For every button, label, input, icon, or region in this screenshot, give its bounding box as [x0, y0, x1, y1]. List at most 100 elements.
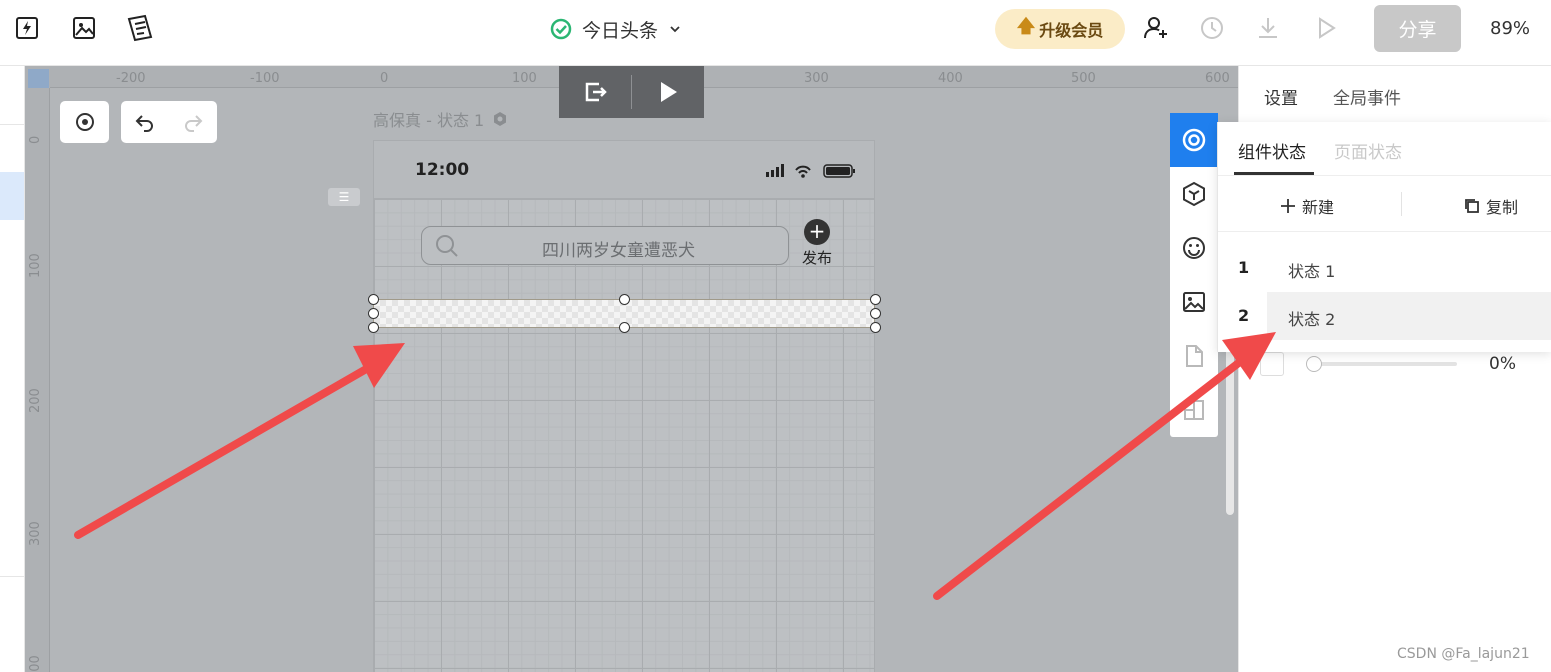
ruler-label: 200 [28, 388, 43, 413]
tab-settings[interactable]: 设置 [1264, 84, 1298, 109]
state-row[interactable]: 1 状态 1 [1218, 244, 1551, 292]
smiley-icon [1183, 237, 1205, 259]
play-icon[interactable] [1310, 12, 1342, 44]
vertical-ruler: 0 100 200 300 400 [25, 88, 50, 672]
floating-icon-bar [1170, 113, 1218, 437]
target-tool-button[interactable] [60, 101, 109, 143]
notes-icon[interactable] [124, 12, 156, 44]
new-state-button[interactable]: 新建 [1280, 194, 1334, 218]
sidebar-selected-item[interactable] [0, 172, 24, 220]
chevron-down-icon [670, 26, 680, 33]
color-swatch[interactable] [1260, 352, 1284, 376]
layout-button[interactable] [1170, 383, 1218, 437]
undo-redo-group [121, 101, 217, 143]
layout-icon [1184, 400, 1204, 420]
state-name: 状态 2 [1288, 310, 1336, 329]
note-marker[interactable]: ☰ [328, 188, 360, 206]
divider [1218, 231, 1551, 232]
plus-icon [1281, 199, 1295, 213]
ruler-label: -200 [116, 71, 146, 86]
search-input[interactable]: 四川两岁女童遭恶犬 [421, 226, 789, 265]
history-icon[interactable] [1196, 12, 1228, 44]
ruler-label: 500 [1071, 71, 1096, 86]
divider [1401, 192, 1402, 216]
state-number: 1 [1238, 258, 1250, 277]
resize-handle[interactable] [870, 308, 881, 319]
tab-page-state[interactable]: 页面状态 [1334, 138, 1402, 163]
state-number: 2 [1238, 306, 1250, 325]
search-icon [436, 235, 458, 257]
opacity-slider-knob[interactable] [1306, 356, 1322, 372]
undo-button[interactable] [121, 111, 169, 133]
zoom-level[interactable]: 89% [1490, 18, 1530, 39]
redo-button[interactable] [169, 111, 217, 133]
publish-button[interactable]: + 发布 [801, 219, 833, 268]
status-time: 12:00 [415, 160, 470, 180]
divider [0, 576, 24, 577]
preview-toolbar [559, 66, 704, 118]
resize-handle[interactable] [368, 308, 379, 319]
copy-state-label: 复制 [1486, 198, 1519, 217]
copy-state-button[interactable]: 复制 [1464, 194, 1518, 218]
tab-component-state[interactable]: 组件状态 [1238, 138, 1306, 163]
ruler-label: -100 [250, 71, 280, 86]
project-selector[interactable]: 今日头条 [550, 14, 682, 44]
scrollbar[interactable] [1226, 340, 1234, 515]
copy-icon [1465, 199, 1479, 213]
exit-preview-button[interactable] [559, 78, 631, 106]
ruler-corner [25, 66, 50, 88]
download-icon[interactable] [1252, 12, 1284, 44]
signal-wifi-battery-icon [766, 164, 855, 178]
opacity-value: 0% [1489, 354, 1516, 374]
ruler-label: 300 [28, 521, 43, 546]
zoom-label: 89% [1490, 18, 1531, 39]
watermark: CSDN @Fa_lajun21 [1397, 646, 1530, 662]
component-state-button[interactable] [1170, 113, 1218, 167]
component-library-button[interactable] [1170, 167, 1218, 221]
left-sidebar-collapsed [0, 66, 25, 672]
check-circle-icon [550, 18, 572, 40]
upgrade-vip-button[interactable]: 🡅 升级会员 [995, 9, 1125, 49]
ruler-label: 100 [512, 71, 537, 86]
share-button[interactable]: 分享 [1374, 5, 1461, 52]
resize-handle[interactable] [619, 322, 630, 333]
resize-handle[interactable] [870, 322, 881, 333]
icons-button[interactable] [1170, 221, 1218, 275]
resize-handle[interactable] [368, 322, 379, 333]
vip-label: 升级会员 [1039, 21, 1104, 40]
search-text: 四川两岁女童遭恶犬 [542, 241, 695, 261]
phone-status-bar: 12:00 [374, 141, 874, 199]
play-preview-button[interactable] [632, 79, 704, 105]
ruler-label: 600 [1205, 71, 1230, 86]
new-state-label: 新建 [1302, 198, 1335, 217]
phone-artboard[interactable]: 12:00 四川两岁女童遭恶犬 + 发布 [373, 140, 875, 672]
design-canvas[interactable]: -200 -100 0 100 300 400 500 600 0 100 20… [25, 66, 1238, 672]
resize-handle[interactable] [619, 294, 630, 305]
plus-icon: + [804, 219, 830, 245]
ruler-label: 400 [938, 71, 963, 86]
redo-icon [185, 115, 203, 132]
top-toolbar: 今日头条 🡅 升级会员 分享 89% [0, 0, 1551, 66]
ruler-label: 0 [380, 71, 389, 86]
component-state-popover: 组件状态 页面状态 新建 复制 1 状态 1 2 状态 2 [1217, 122, 1551, 352]
lightning-panel-icon[interactable] [11, 12, 43, 44]
opacity-slider-track[interactable] [1314, 362, 1457, 366]
screen-title[interactable]: 高保真 - 状态 1 [373, 107, 508, 131]
image-icon[interactable] [68, 12, 100, 44]
document-icon [1186, 345, 1203, 367]
add-user-icon[interactable] [1140, 12, 1172, 44]
target-icon [1182, 128, 1206, 152]
resize-handle[interactable] [368, 294, 379, 305]
divider [0, 124, 24, 125]
play-icon [661, 82, 677, 102]
arrow-up-icon: 🡅 [1016, 16, 1036, 37]
ruler-label: 100 [28, 253, 43, 278]
state-row-selected[interactable]: 2 状态 2 [1218, 292, 1551, 340]
pages-button[interactable] [1170, 329, 1218, 383]
images-button[interactable] [1170, 275, 1218, 329]
ruler-label: 300 [804, 71, 829, 86]
resize-handle[interactable] [870, 294, 881, 305]
tab-global-events[interactable]: 全局事件 [1333, 84, 1401, 109]
divider [1218, 175, 1551, 176]
settings-hex-icon [494, 112, 507, 126]
